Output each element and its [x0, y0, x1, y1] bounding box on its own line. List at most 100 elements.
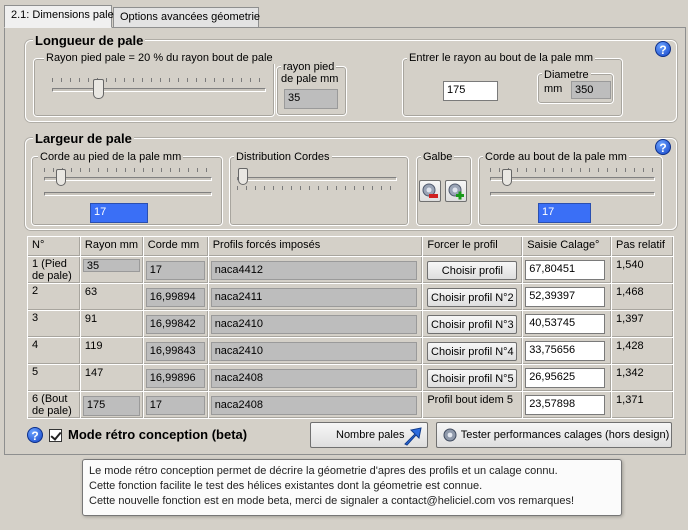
rayon-pied-slider-ticks: [52, 78, 267, 82]
profil-cell: naca4412: [207, 256, 424, 284]
forcer-cell: Choisir profil: [422, 256, 524, 284]
corde-bout-label: Corde au bout de la pale mm: [483, 151, 629, 163]
rayon-pied-slider-thumb[interactable]: [93, 79, 104, 99]
corde-pied-slider-ticks: [44, 168, 212, 172]
table-row: 5 147 16,99896 naca2408 Choisir profil N°5 26…: [27, 364, 674, 392]
corde-bout-field[interactable]: 17: [538, 203, 591, 223]
help-icon[interactable]: ?: [655, 41, 671, 57]
corde-cell: 16,99843: [142, 337, 209, 365]
pas-cell: 1,342: [611, 364, 674, 392]
calage-input[interactable]: 23,57898: [525, 395, 606, 415]
profil-cell: naca2408: [207, 391, 424, 419]
gear-minus-icon[interactable]: [419, 180, 441, 202]
calage-input[interactable]: 26,95625: [525, 368, 606, 388]
profil-cell: naca2411: [207, 283, 424, 311]
corde-pied-field[interactable]: 17: [90, 203, 148, 223]
header-profils: Profils forcés imposés: [207, 236, 424, 257]
corde-cell: 16,99896: [142, 364, 209, 392]
distribution-slider-track[interactable]: [237, 177, 397, 181]
tooltip-line-3: Cette nouvelle fonction est en mode beta…: [89, 495, 575, 507]
largeur-title: Largeur de pale: [33, 131, 134, 146]
row-number: 5: [27, 364, 81, 392]
table-row: 4 119 16,99843 naca2410 Choisir profil N°4 33…: [27, 337, 674, 365]
choisir-profil-button[interactable]: Choisir profil: [427, 261, 518, 280]
corde-bout-slider-thumb[interactable]: [502, 169, 512, 186]
header-forcer: Forcer le profil: [422, 236, 524, 257]
profile-table: N° Rayon mm Corde mm Profils forcés impo…: [27, 236, 674, 419]
calage-cell: 23,57898: [522, 391, 613, 419]
choisir-profil-button[interactable]: Choisir profil N°4: [427, 342, 518, 361]
calage-input[interactable]: 52,39397: [525, 287, 606, 307]
corde-bout-slider-ticks: [490, 168, 655, 172]
forcer-cell: Profil bout idem 5: [422, 391, 524, 419]
calage-cell: 40,53745: [522, 310, 613, 338]
nombre-pales-label: Nombre pales: [336, 429, 405, 441]
rayon-pied-mm-field: 35: [284, 89, 338, 109]
row-number: 6 (Bout de pale): [27, 391, 81, 419]
header-calage: Saisie Calage°: [522, 236, 613, 257]
choisir-profil-button[interactable]: Choisir profil N°5: [427, 369, 518, 388]
tab-options-avancees[interactable]: Options avancées géometrie: [113, 7, 260, 27]
rayon-cell: 91: [79, 310, 144, 338]
choisir-profil-button[interactable]: Choisir profil N°2: [427, 288, 518, 307]
corde-cell: 17: [142, 391, 209, 419]
help-icon[interactable]: ?: [655, 139, 671, 155]
choisir-profil-button[interactable]: Choisir profil N°3: [427, 315, 518, 334]
tester-performances-button[interactable]: Tester performances calages (hors design…: [436, 422, 672, 448]
forcer-cell: Choisir profil N°4: [422, 337, 524, 365]
diametre-unit: mm: [544, 83, 563, 95]
corde-pied-slider-thumb[interactable]: [56, 169, 66, 186]
gear-plus-icon[interactable]: [445, 180, 467, 202]
header-n: N°: [27, 236, 81, 257]
header-rayon: Rayon mm: [79, 236, 144, 257]
help-icon[interactable]: ?: [27, 427, 43, 443]
rayon-cell: 119: [79, 337, 144, 365]
retro-tooltip: Le mode rétro conception permet de décri…: [82, 459, 622, 516]
corde-bout-slider-track[interactable]: [490, 177, 655, 181]
pas-cell: 1,371: [611, 391, 674, 419]
tab-dimensions-pale[interactable]: 2.1: Dimensions pale: [4, 5, 114, 28]
row-number: 2: [27, 283, 81, 311]
header-corde: Corde mm: [142, 236, 209, 257]
distribution-group: [229, 156, 409, 226]
forcer-cell: Choisir profil N°2: [422, 283, 524, 311]
table-row: 3 91 16,99842 naca2410 Choisir profil N°3 40,…: [27, 310, 674, 338]
rayon-pied-mm-label-1: rayon pied: [281, 61, 337, 73]
forcer-cell: Choisir profil N°3: [422, 310, 524, 338]
rayon-pied-mm-label-2: de pale mm: [281, 73, 339, 85]
retro-checkbox[interactable]: [49, 429, 62, 442]
corde-cell: 16,99894: [142, 283, 209, 311]
diametre-field: 350: [571, 81, 611, 99]
corde-pied-slider-track-2: [44, 192, 212, 196]
profil-cell: naca2410: [207, 310, 424, 338]
calage-cell: 52,39397: [522, 283, 613, 311]
rayon-pied-slider-track[interactable]: [52, 88, 266, 92]
table-row: 2 63 16,99894 naca2411 Choisir profil N°2 52,…: [27, 283, 674, 311]
table-row: 1 (Pied de pale) 35 17 naca4412 Choisir prof…: [27, 256, 674, 284]
arrow-icon: [404, 427, 422, 446]
row-number: 3: [27, 310, 81, 338]
pas-cell: 1,540: [611, 256, 674, 284]
distribution-label: Distribution Cordes: [234, 151, 332, 163]
tooltip-line-2: Cette fonction facilite le test des héli…: [89, 480, 483, 492]
nombre-pales-button[interactable]: Nombre pales: [310, 422, 428, 448]
rayon-cell: 63: [79, 283, 144, 311]
calage-cell: 26,95625: [522, 364, 613, 392]
profil-cell: naca2408: [207, 364, 424, 392]
rayon-bout-input[interactable]: 175: [443, 81, 498, 101]
retro-label[interactable]: Mode rétro conception (beta): [68, 427, 247, 442]
header-pas: Pas relatif: [611, 236, 674, 257]
table-row: 6 (Bout de pale) 175 17 naca2408 Profil bout…: [27, 391, 674, 419]
rayon-bout-label: Entrer le rayon au bout de la pale mm: [407, 52, 596, 64]
calage-input[interactable]: 33,75656: [525, 341, 606, 361]
calage-cell: 33,75656: [522, 337, 613, 365]
corde-pied-slider-track[interactable]: [44, 177, 212, 181]
distribution-slider-ticks: [237, 186, 397, 190]
calage-input[interactable]: 67,80451: [525, 260, 606, 280]
rayon-cell: 35: [79, 256, 144, 284]
calage-input[interactable]: 40,53745: [525, 314, 606, 334]
galbe-label: Galbe: [421, 151, 455, 163]
distribution-slider-thumb[interactable]: [238, 168, 248, 185]
tooltip-line-1: Le mode rétro conception permet de décri…: [89, 465, 558, 477]
corde-pied-label: Corde au pied de la pale mm: [38, 151, 184, 163]
